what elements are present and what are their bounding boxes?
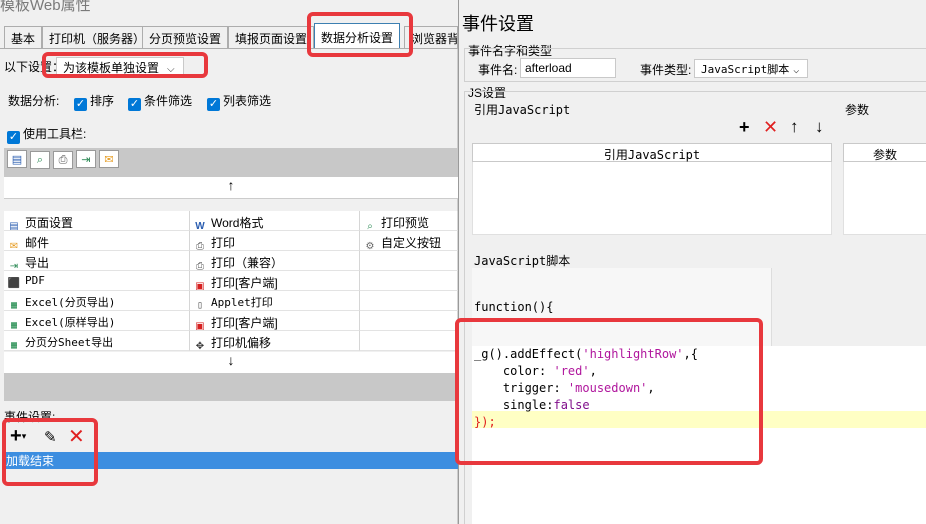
gear-icon: ⚙ bbox=[365, 241, 375, 251]
grid-cell[interactable]: ⎙ 打印（兼容） bbox=[190, 251, 360, 271]
grid-cell[interactable] bbox=[360, 311, 458, 331]
page-setup-icon[interactable]: ▤ bbox=[7, 150, 27, 168]
print-preview-icon: ⌕ bbox=[367, 221, 373, 231]
dialog-title: 事件设置 bbox=[462, 14, 534, 34]
highlight-tab bbox=[307, 12, 413, 57]
pdf-icon: ▣ bbox=[195, 281, 205, 291]
arrow-down-icon: ↓ bbox=[815, 117, 824, 136]
toolbar-preview: ▤ ⌕ ⎙ ⇥ ✉ bbox=[4, 148, 458, 177]
printer-icon: ⎙ bbox=[196, 241, 204, 251]
mail-icon: ✉ bbox=[9, 241, 19, 251]
grid-cell[interactable]: ▣ 打印[客户端] bbox=[190, 271, 360, 291]
arrow-up-icon: ↑ bbox=[790, 117, 799, 136]
event-type-value: JavaScript脚本 bbox=[701, 63, 790, 76]
grid-cell[interactable]: ▤ 页面设置 bbox=[4, 211, 190, 231]
chevron-down-icon: ⌵ bbox=[793, 65, 800, 76]
check-icon: ✓ bbox=[128, 98, 141, 111]
sort-checkbox[interactable]: ✓ 排序 bbox=[74, 92, 114, 111]
export-icon: ⇥ bbox=[9, 261, 19, 271]
close-icon: ✕ bbox=[763, 117, 779, 137]
applet-icon: ▯ bbox=[196, 300, 204, 311]
tab-printer-server[interactable]: 打印机（服务器） bbox=[42, 26, 153, 48]
grid-cell[interactable]: ▦ Excel(原样导出) bbox=[4, 311, 190, 331]
move-js-down-button[interactable]: ↓ bbox=[815, 117, 824, 137]
check-icon: ✓ bbox=[74, 98, 87, 111]
event-name-label: 事件名: bbox=[478, 63, 518, 77]
excel-icon: ▦ bbox=[10, 340, 18, 351]
add-js-button[interactable]: + bbox=[739, 117, 750, 138]
grid-cell[interactable]: ⬛ PDF bbox=[4, 271, 190, 291]
word-icon: W bbox=[195, 221, 205, 231]
grid-row: ▦ Excel(分页导出) ▯ Applet打印 bbox=[4, 291, 458, 311]
grid-cell[interactable]: W Word格式 bbox=[190, 211, 360, 231]
printer-icon: ⎙ bbox=[196, 261, 204, 271]
ref-js-label: 引用JavaScript bbox=[474, 103, 571, 117]
grid-cell[interactable]: ▦ Excel(分页导出) bbox=[4, 291, 190, 311]
remove-js-button[interactable]: ✕ bbox=[763, 117, 778, 138]
move-down-arrow[interactable]: ↓ bbox=[4, 352, 458, 373]
function-header: function(){ bbox=[474, 300, 554, 314]
list-filter-checkbox[interactable]: ✓ 列表筛选 bbox=[207, 92, 271, 111]
condition-filter-label: 条件筛选 bbox=[144, 94, 193, 108]
condition-filter-checkbox[interactable]: ✓ 条件筛选 bbox=[128, 92, 192, 111]
excel-icon: ▦ bbox=[10, 300, 18, 311]
grid-row: ▤ 页面设置 W Word格式 ⌕ 打印预览 bbox=[4, 211, 458, 231]
pdf-icon: ▣ bbox=[195, 321, 205, 331]
move-js-up-button[interactable]: ↑ bbox=[790, 117, 799, 137]
tab-basic[interactable]: 基本 bbox=[4, 26, 43, 48]
grid-row: ⇥ 导出 ⎙ 打印（兼容） bbox=[4, 251, 458, 271]
event-type-select[interactable]: JavaScript脚本 ⌵ bbox=[694, 59, 808, 78]
list-filter-label: 列表筛选 bbox=[223, 94, 272, 108]
export-icon[interactable]: ⇥ bbox=[76, 150, 96, 168]
event-name-input[interactable] bbox=[520, 58, 616, 78]
use-toolbar-label: 使用工具栏: bbox=[23, 127, 87, 141]
sort-label: 排序 bbox=[90, 94, 115, 108]
tab-page-preview[interactable]: 分页预览设置 bbox=[142, 26, 229, 48]
plus-icon: + bbox=[739, 117, 750, 137]
grid-cell[interactable] bbox=[360, 331, 458, 351]
grid-cell[interactable] bbox=[360, 251, 458, 271]
grid-cell[interactable]: ⚙ 自定义按钮 bbox=[360, 231, 458, 251]
grid-cell[interactable]: ⌕ 打印预览 bbox=[360, 211, 458, 231]
params-column-header: 参数 bbox=[843, 143, 926, 162]
grid-cell[interactable] bbox=[360, 291, 458, 311]
excel-icon: ▦ bbox=[10, 320, 18, 331]
check-icon: ✓ bbox=[207, 98, 220, 111]
event-type-label: 事件类型: bbox=[640, 63, 692, 77]
use-toolbar-checkbox[interactable]: ✓ 使用工具栏: bbox=[7, 125, 86, 144]
check-icon: ✓ bbox=[7, 131, 20, 144]
grid-cell[interactable] bbox=[360, 271, 458, 291]
grid-cell[interactable]: ▦ 分页分Sheet导出 bbox=[4, 331, 190, 351]
highlight-code bbox=[455, 318, 763, 465]
highlight-scope bbox=[42, 52, 208, 78]
grid-row: ⬛ PDF ▣ 打印[客户端] bbox=[4, 271, 458, 291]
toolbar-items-grid: ▤ 页面设置 W Word格式 ⌕ 打印预览 ✉ 邮件 ⎙ 打印 ⚙ 自定义按钮 ⇥ 导出 ⎙… bbox=[4, 211, 458, 351]
print-preview-icon[interactable]: ⌕ bbox=[30, 151, 50, 169]
grid-cell[interactable]: ✥ 打印机偏移 bbox=[190, 331, 360, 351]
mail-icon[interactable]: ✉ bbox=[99, 150, 119, 168]
params-label: 参数 bbox=[845, 103, 870, 117]
script-label: JavaScript脚本 bbox=[474, 254, 571, 268]
highlight-events bbox=[2, 418, 98, 486]
ref-js-column-header: 引用JavaScript bbox=[472, 143, 832, 162]
analysis-label: 数据分析: bbox=[8, 94, 60, 108]
tab-fill-page[interactable]: 填报页面设置 bbox=[228, 26, 315, 48]
grid-cell[interactable]: ⇥ 导出 bbox=[4, 251, 190, 271]
grid-cell[interactable]: ✉ 邮件 bbox=[4, 231, 190, 251]
window-title: 模板Web属性 bbox=[0, 0, 91, 14]
printer-icon[interactable]: ⎙ bbox=[53, 151, 73, 169]
grid-row: ▦ 分页分Sheet导出 ✥ 打印机偏移 bbox=[4, 331, 458, 351]
pdf-icon: ⬛ bbox=[7, 278, 21, 289]
grid-row: ✉ 邮件 ⎙ 打印 ⚙ 自定义按钮 bbox=[4, 231, 458, 251]
grid-cell[interactable]: ⎙ 打印 bbox=[190, 231, 360, 251]
grid-cell[interactable]: ▯ Applet打印 bbox=[190, 291, 360, 311]
page-setup-icon: ▤ bbox=[9, 221, 19, 231]
toolbar-footer-bar bbox=[4, 373, 458, 401]
grid-row: ▦ Excel(原样导出) ▣ 打印[客户端] bbox=[4, 311, 458, 331]
move-icon: ✥ bbox=[195, 341, 205, 351]
move-up-arrow[interactable]: ↑ bbox=[4, 177, 458, 199]
grid-cell[interactable]: ▣ 打印[客户端] bbox=[190, 311, 360, 331]
